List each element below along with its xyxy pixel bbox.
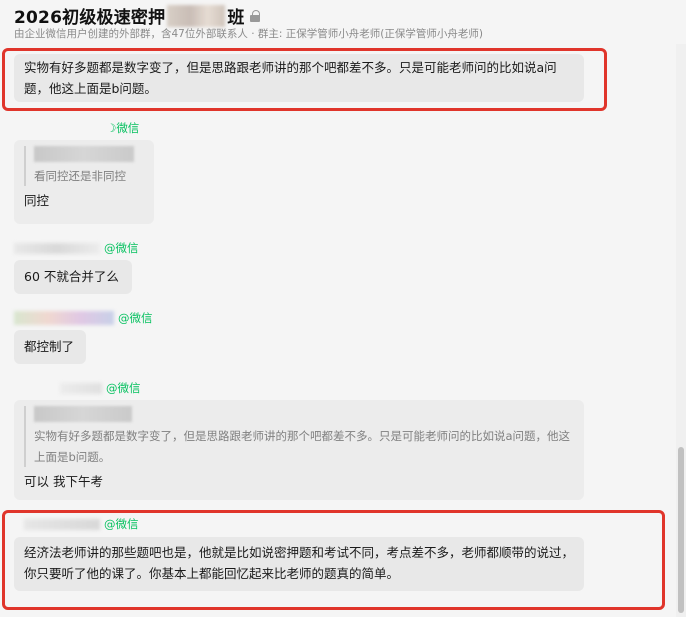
- at-icon: @: [118, 311, 130, 325]
- lock-icon: [250, 9, 261, 22]
- at-icon: @: [106, 381, 118, 395]
- sender-source: 微信: [129, 311, 153, 325]
- title-redacted: [167, 4, 226, 27]
- quoted-text: 看同控还是非同控: [34, 169, 126, 183]
- message-sender[interactable]: ☽ 微信: [106, 120, 139, 136]
- sender-source: 微信: [117, 381, 141, 395]
- chat-title-suffix: 班: [227, 8, 245, 28]
- wechat-tag-icon: ☽: [106, 121, 117, 135]
- message-text: 都控制了: [24, 339, 75, 354]
- chat-subtitle: 由企业微信用户创建的外部群，含47位外部联系人 · 群主: 正保学管师小舟老师(…: [14, 28, 483, 40]
- message-text: 同控: [24, 193, 50, 208]
- highlight-box-bottom: [2, 510, 665, 610]
- message-bubble[interactable]: 60 不就合并了么: [14, 260, 132, 294]
- chat-header: 2026初级极速密押 班 由企业微信用户创建的外部群，含47位外部联系人 · 群…: [0, 0, 686, 44]
- sender-source: 微信: [116, 121, 140, 135]
- scrollbar-thumb[interactable]: [678, 447, 684, 613]
- quoted-sender-redacted: [34, 406, 132, 422]
- sender-name-redacted: [60, 382, 102, 394]
- quoted-sender-redacted: [34, 146, 134, 162]
- sender-name-redacted: [14, 242, 100, 254]
- message-text: 60 不就合并了么: [24, 269, 119, 284]
- quoted-text: 实物有好多题都是数字变了，但是思路跟老师讲的那个吧都差不多。只是可能老师问的比如…: [34, 429, 571, 464]
- highlight-box-top: [2, 48, 607, 111]
- sender-name-redacted: [14, 311, 114, 325]
- message-bubble[interactable]: 实物有好多题都是数字变了，但是思路跟老师讲的那个吧都差不多。只是可能老师问的比如…: [14, 400, 584, 500]
- sender-source: 微信: [115, 241, 139, 255]
- quoted-message[interactable]: 实物有好多题都是数字变了，但是思路跟老师讲的那个吧都差不多。只是可能老师问的比如…: [24, 406, 574, 467]
- message-sender[interactable]: @ 微信: [14, 240, 139, 256]
- chat-title[interactable]: 2026初级极速密押: [14, 3, 165, 28]
- message-sender[interactable]: @ 微信: [14, 310, 153, 326]
- message-bubble[interactable]: 都控制了: [14, 330, 86, 364]
- message-bubble[interactable]: 看同控还是非同控 同控: [14, 140, 154, 224]
- at-icon: @: [104, 241, 116, 255]
- chat-title-row: 2026初级极速密押 班: [14, 3, 261, 28]
- message-text: 可以 我下午考: [24, 474, 103, 489]
- message-sender[interactable]: @ 微信: [60, 380, 141, 396]
- message-list[interactable]: 实物有好多题都是数字变了，但是思路跟老师讲的那个吧都差不多。只是可能老师问的比如…: [0, 44, 680, 617]
- quoted-message[interactable]: 看同控还是非同控: [24, 146, 144, 186]
